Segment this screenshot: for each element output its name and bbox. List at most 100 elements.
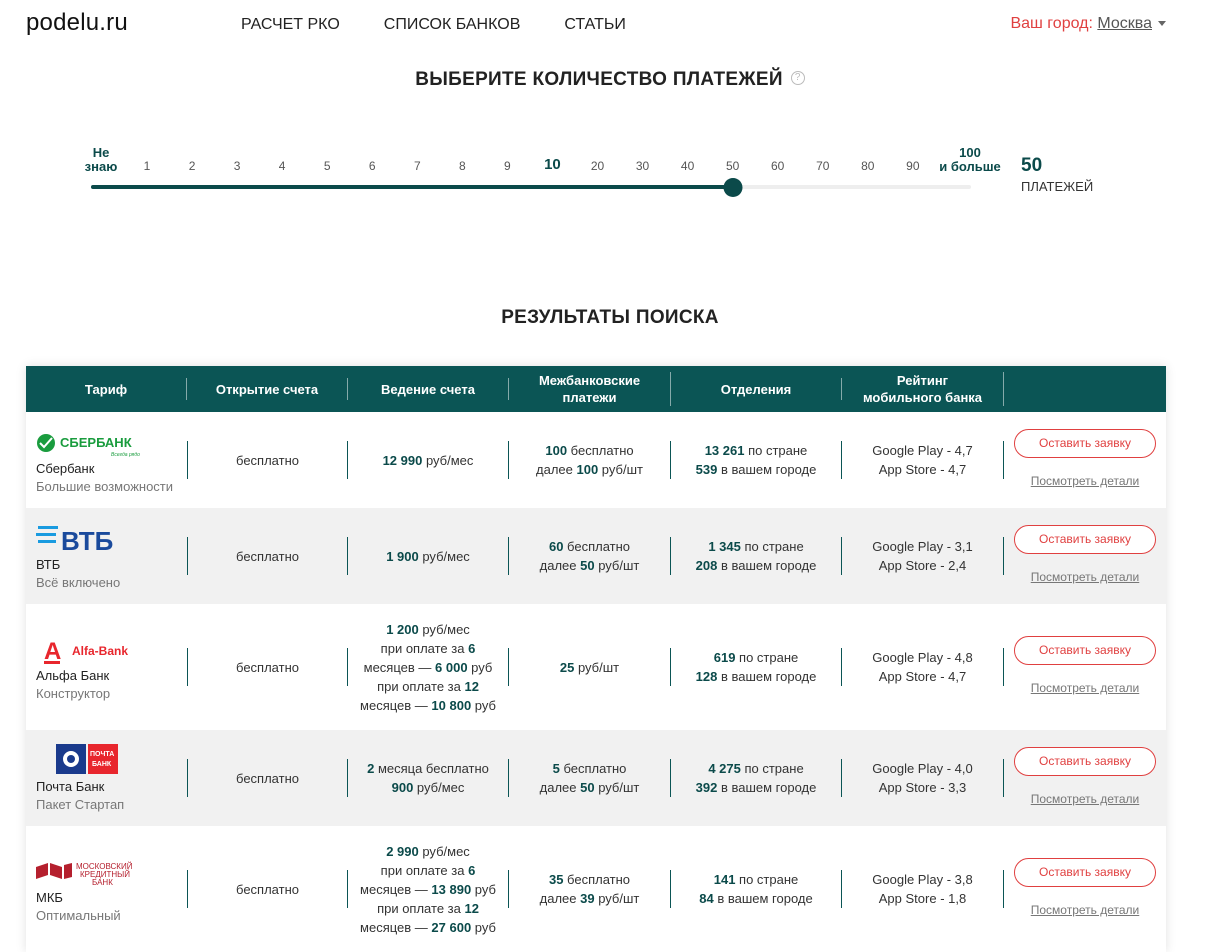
rating-cell: Google Play - 3,1 App Store - 2,4 <box>842 537 1004 575</box>
text: в вашем городе <box>713 891 813 906</box>
slider-tick-unknown[interactable]: Не знаю <box>85 146 118 174</box>
text: бесплатно <box>236 548 299 564</box>
text: бесплатно <box>563 539 631 554</box>
details-link[interactable]: Посмотреть детали <box>1031 568 1140 587</box>
apply-button[interactable]: Оставить заявку <box>1014 747 1156 776</box>
slider-tick[interactable]: 30 <box>636 159 649 173</box>
main-nav: РАСЧЕТ РКО СПИСОК БАНКОВ СТАТЬИ <box>241 16 626 34</box>
table-row: A Alfa-Bank Альфа Банк Конструктор бесплатно… <box>26 604 1166 730</box>
bank-logo[interactable]: ВТБ <box>36 520 130 554</box>
interbank-cell: 60 бесплатно далее 50 руб/шт <box>509 537 671 575</box>
branches-cell: 13 261 по стране 539 в вашем городе <box>671 441 842 479</box>
slider-tick[interactable]: 2 <box>189 159 196 173</box>
results-table: Тариф Открытие счета Ведение счета Межба… <box>26 366 1166 952</box>
bank-name: Сбербанк <box>36 461 95 476</box>
text: бесплатно <box>236 659 299 675</box>
bold-value: 1 900 <box>386 548 419 564</box>
text: руб/шт <box>594 780 640 795</box>
slider-tick[interactable]: 3 <box>234 159 241 173</box>
bold-value: 60 <box>548 539 564 554</box>
help-icon[interactable]: ? <box>790 71 805 85</box>
slider-tick[interactable]: 40 <box>681 159 694 173</box>
interbank-cell: 5 бесплатно далее 50 руб/шт <box>509 759 671 797</box>
nav-articles[interactable]: СТАТЬИ <box>564 16 625 34</box>
bank-name: МКБ <box>36 890 63 905</box>
details-link[interactable]: Посмотреть детали <box>1031 679 1140 698</box>
apply-button[interactable]: Оставить заявку <box>1014 858 1156 887</box>
google-play-rating: Google Play - 3,8 <box>872 872 973 887</box>
slider-tick[interactable]: 9 <box>504 159 511 173</box>
logo-text: ВТБ <box>61 526 113 554</box>
payments-title: ВЫБЕРИТЕ КОЛИЧЕСТВО ПЛАТЕЖЕЙ? <box>0 69 1220 91</box>
slider-tick-100plus[interactable]: 100 и больше <box>939 146 1001 174</box>
bank-logo[interactable]: A Alfa-Bank <box>36 631 130 665</box>
bold-value: 50 <box>580 558 595 573</box>
slider-tick[interactable]: 1 <box>144 159 151 173</box>
branches-cell: 4 275 по стране 392 в вашем городе <box>671 759 842 797</box>
svg-text:БАНК: БАНК <box>92 761 112 768</box>
text: бесплатно <box>559 761 627 776</box>
bank-cell: МОСКОВСКИЙ КРЕДИТНЫЙ БАНК МКБ Оптимальный <box>26 853 187 925</box>
bold-value: 1 200 <box>386 621 419 637</box>
text: месяцев — <box>360 881 432 897</box>
slider-tick[interactable]: 50 <box>726 159 739 173</box>
caret-down-icon[interactable] <box>1158 21 1166 27</box>
payments-count-unit: ПЛАТЕЖЕЙ <box>1021 179 1094 194</box>
slider-tick[interactable]: 4 <box>279 159 286 173</box>
text: руб/шт <box>594 891 640 906</box>
bold-value: 141 <box>713 872 736 887</box>
tick-100-line2: и больше <box>939 159 1001 174</box>
google-play-rating: Google Play - 4,7 <box>872 443 973 458</box>
details-link[interactable]: Посмотреть детали <box>1031 472 1140 491</box>
app-store-rating: App Store - 4,7 <box>878 462 967 477</box>
nav-bank-list[interactable]: СПИСОК БАНКОВ <box>384 16 521 34</box>
text: бесплатно <box>567 443 634 458</box>
slider-tick[interactable]: 80 <box>861 159 874 173</box>
apply-button[interactable]: Оставить заявку <box>1014 636 1156 665</box>
slider-tick[interactable]: 90 <box>906 159 919 173</box>
bank-cell: A Alfa-Bank Альфа Банк Конструктор <box>26 631 187 703</box>
table-row: ВТБ ВТБ Всё включено бесплатно 1 900 руб/мес… <box>26 508 1166 604</box>
bold-value: 392 <box>695 780 718 795</box>
text: далее <box>536 462 577 477</box>
bank-logo[interactable]: МОСКОВСКИЙ КРЕДИТНЫЙ БАНК <box>36 853 140 887</box>
slider-fill <box>91 185 734 189</box>
apply-button[interactable]: Оставить заявку <box>1014 525 1156 554</box>
header-tariff: Тариф <box>26 378 187 400</box>
slider-thumb[interactable] <box>723 178 743 197</box>
slider-tick[interactable]: 20 <box>591 159 604 173</box>
slider-tick[interactable]: 10 <box>544 156 561 173</box>
text: руб/шт <box>574 659 620 675</box>
city-name[interactable]: Москва <box>1097 15 1152 32</box>
slider-tick[interactable]: 8 <box>459 159 466 173</box>
tick-unknown-line2: знаю <box>84 159 118 174</box>
text: месяцев — <box>360 697 432 713</box>
slider-tick[interactable]: 70 <box>816 159 829 173</box>
city-selector[interactable]: Ваш город: Москва <box>1010 15 1166 33</box>
bank-cell: СБЕРБАНК Всегда рядом Сбербанк Большие возм… <box>26 424 187 496</box>
table-row: СБЕРБАНК Всегда рядом Сбербанк Большие возм… <box>26 412 1166 508</box>
payments-slider[interactable]: Не знаю 1 2 3 4 5 6 7 8 9 10 20 30 40 50 60 70 80 90 100 … <box>84 145 1124 205</box>
bold-value: 1 345 <box>708 539 741 554</box>
bank-logo[interactable]: ПОЧТА БАНК <box>36 742 130 776</box>
bold-value: 128 <box>695 669 718 684</box>
apply-button[interactable]: Оставить заявку <box>1014 429 1156 458</box>
bank-cell: ПОЧТА БАНК Почта Банк Пакет Стартап <box>26 742 187 814</box>
rating-cell: Google Play - 4,0 App Store - 3,3 <box>842 759 1004 797</box>
tariff-name: Пакет Стартап <box>36 797 125 812</box>
bank-logo[interactable]: СБЕРБАНК Всегда рядом <box>36 424 140 458</box>
svg-text:A: A <box>44 638 61 665</box>
text: по стране <box>735 872 799 887</box>
text: по стране <box>744 443 808 458</box>
details-link[interactable]: Посмотреть детали <box>1031 790 1140 809</box>
payments-title-text: ВЫБЕРИТЕ КОЛИЧЕСТВО ПЛАТЕЖЕЙ <box>415 69 783 90</box>
slider-tick[interactable]: 6 <box>369 159 376 173</box>
slider-tick[interactable]: 5 <box>324 159 331 173</box>
slider-tick[interactable]: 7 <box>414 159 421 173</box>
slider-tick[interactable]: 60 <box>771 159 784 173</box>
site-logo[interactable]: podelu.ru <box>26 9 128 37</box>
opening-cell: бесплатно <box>187 870 348 908</box>
bank-name: Альфа Банк <box>36 668 110 683</box>
details-link[interactable]: Посмотреть детали <box>1031 901 1140 920</box>
nav-rko-calc[interactable]: РАСЧЕТ РКО <box>241 16 340 34</box>
